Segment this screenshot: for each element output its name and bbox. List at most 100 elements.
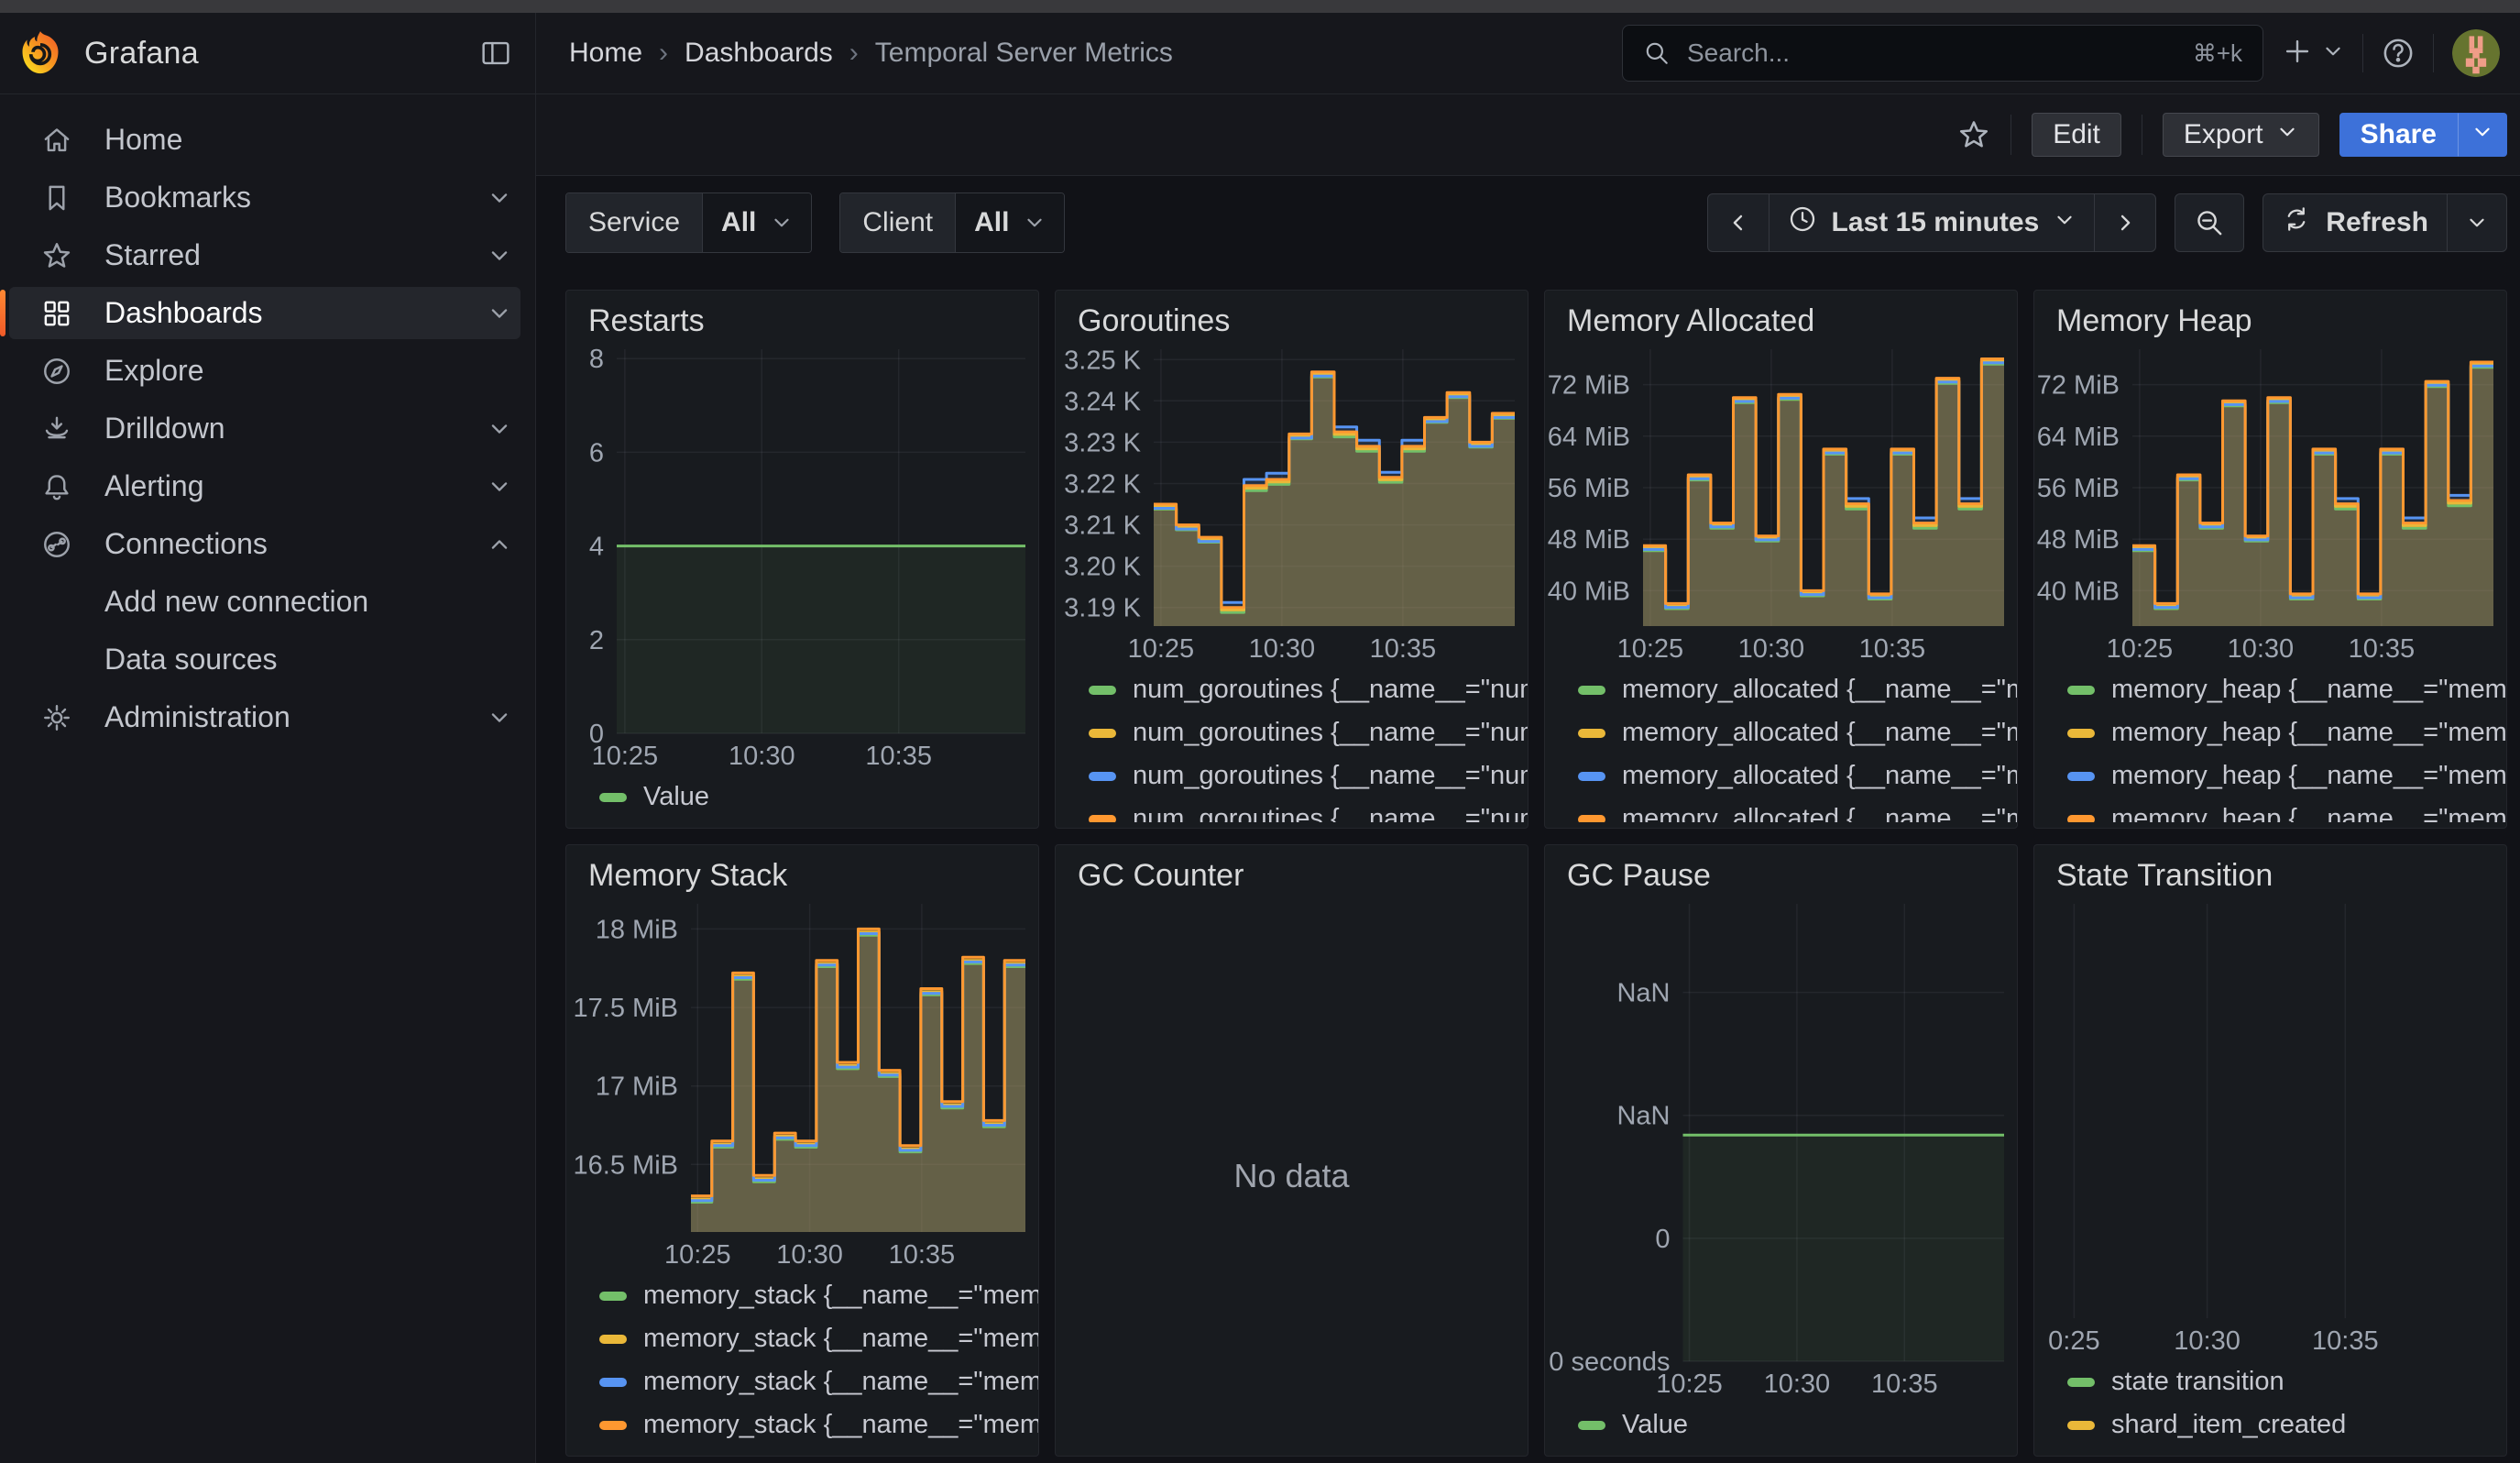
refresh-button[interactable]: Refresh	[2263, 193, 2448, 252]
time-range-group: Last 15 minutes	[1707, 193, 2157, 252]
sidebar-item-bookmarks[interactable]: Bookmarks	[0, 169, 535, 226]
legend-item[interactable]: memory_heap {__name__="memory_h	[2067, 711, 2506, 754]
panel-toggle-icon[interactable]	[480, 38, 511, 69]
filter-value-dropdown[interactable]: All	[955, 193, 1064, 252]
sidebar-item-dashboards[interactable]: Dashboards	[0, 284, 535, 342]
breadcrumb-separator: ›	[659, 38, 668, 69]
sidebar-item-administration[interactable]: Administration	[0, 688, 535, 746]
chart-canvas[interactable]: 0:2510:3010:35	[2034, 896, 2506, 1358]
share-button[interactable]: Share	[2339, 113, 2458, 157]
edit-button[interactable]: Edit	[2032, 113, 2121, 157]
filter-service: ServiceAll	[565, 192, 812, 253]
svg-text:10:35: 10:35	[1370, 634, 1437, 664]
sidebar-item-connections[interactable]: Connections	[0, 515, 535, 573]
chart-canvas[interactable]: 16.5 MiB17 MiB17.5 MiB18 MiB10:2510:3010…	[566, 896, 1038, 1272]
favorite-star-button[interactable]	[1957, 118, 1990, 151]
share-dropdown-button[interactable]	[2458, 113, 2507, 157]
legend-label: memory_stack {__name__="memory_s	[643, 1324, 1038, 1354]
sidebar-item-drilldown[interactable]: Drilldown	[0, 400, 535, 457]
legend-item[interactable]: memory_stack {__name__="memory_s	[599, 1274, 1038, 1317]
legend-item[interactable]: num_goroutines {__name__="num_go	[1089, 668, 1528, 711]
svg-text:17 MiB: 17 MiB	[596, 1072, 678, 1102]
legend-swatch	[1578, 1421, 1605, 1430]
breadcrumb-item-dashboards[interactable]: Dashboards	[685, 38, 833, 69]
zoom-out-button[interactable]	[2175, 193, 2244, 252]
avatar[interactable]	[2452, 29, 2500, 77]
panel-title[interactable]: Memory Allocated	[1545, 291, 2017, 342]
time-forward-button[interactable]	[2094, 193, 2156, 252]
search-box[interactable]: ⌘+k	[1622, 25, 2263, 82]
legend-swatch	[1089, 772, 1116, 781]
legend-item[interactable]: memory_stack {__name__="memory_s	[599, 1317, 1038, 1360]
window-chrome-strip	[0, 0, 2520, 13]
chevron-down-icon	[2276, 119, 2298, 150]
panel-title[interactable]: GC Counter	[1056, 845, 1528, 896]
help-button[interactable]	[2382, 37, 2415, 70]
legend-label: memory_heap {__name__="memory_h	[2111, 804, 2506, 822]
legend-item[interactable]: memory_stack {__name__="memory_s	[599, 1403, 1038, 1446]
legend-item[interactable]: memory_allocated {__name__="memc	[1578, 754, 2017, 798]
panel-title[interactable]: Restarts	[566, 291, 1038, 342]
refresh-interval-button[interactable]	[2447, 193, 2507, 252]
legend-item[interactable]: state transition	[2067, 1360, 2506, 1403]
export-button[interactable]: Export	[2163, 113, 2319, 157]
legend-item[interactable]: num_goroutines {__name__="num_go	[1089, 798, 1528, 822]
svg-text:18 MiB: 18 MiB	[596, 915, 678, 944]
svg-text:10:35: 10:35	[2312, 1326, 2379, 1356]
filter-value: All	[974, 207, 1009, 238]
legend-item[interactable]: num_goroutines {__name__="num_go	[1089, 711, 1528, 754]
search-input[interactable]	[1685, 38, 2178, 69]
svg-text:NaN: NaN	[1616, 1102, 1670, 1131]
panel-title[interactable]: Memory Heap	[2034, 291, 2506, 342]
legend-item[interactable]: num_goroutines {__name__="num_go	[1089, 754, 1528, 798]
chart-canvas[interactable]: 40 MiB48 MiB56 MiB64 MiB72 MiB10:2510:30…	[1545, 342, 2017, 666]
time-back-button[interactable]	[1707, 193, 1769, 252]
panel-title[interactable]: Goroutines	[1056, 291, 1528, 342]
chevron-down-icon	[488, 186, 511, 210]
filter-label: Client	[840, 193, 955, 252]
chevron-down-icon	[488, 417, 511, 441]
sidebar-item-explore[interactable]: Explore	[0, 342, 535, 400]
nav-main: Home›Dashboards›Temporal Server Metrics …	[536, 13, 2520, 94]
legend-item[interactable]: memory_heap {__name__="memory_h	[2067, 668, 2506, 711]
chart-canvas[interactable]: 0 seconds0NaNNaN10:2510:3010:35	[1545, 896, 2017, 1402]
brand-zone: Grafana	[0, 13, 536, 94]
legend-item[interactable]: memory_allocated {__name__="memc	[1578, 798, 2017, 822]
legend-item[interactable]: memory_heap {__name__="memory_h	[2067, 798, 2506, 822]
add-button[interactable]	[2282, 36, 2344, 72]
legend-label: memory_heap {__name__="memory_h	[2111, 675, 2506, 705]
svg-text:10:35: 10:35	[1871, 1370, 1938, 1399]
panel-title[interactable]: Memory Stack	[566, 845, 1038, 896]
legend-item[interactable]: memory_allocated {__name__="memc	[1578, 711, 2017, 754]
legend-item[interactable]: Value	[1578, 1403, 2017, 1446]
chart-canvas[interactable]: 40 MiB48 MiB56 MiB64 MiB72 MiB10:2510:30…	[2034, 342, 2506, 666]
panel-title[interactable]: State Transition	[2034, 845, 2506, 896]
svg-text:56 MiB: 56 MiB	[1548, 474, 1630, 503]
legend-item[interactable]: Value	[599, 776, 1038, 819]
sidebar-item-starred[interactable]: Starred	[0, 226, 535, 284]
chart-canvas[interactable]: 0246810:2510:3010:35	[566, 342, 1038, 774]
legend-item[interactable]: memory_heap {__name__="memory_h	[2067, 754, 2506, 798]
breadcrumb-item-home[interactable]: Home	[569, 38, 642, 69]
time-range-button[interactable]: Last 15 minutes	[1769, 193, 2096, 252]
legend-item[interactable]: memory_stack {__name__="memory_s	[599, 1360, 1038, 1403]
legend-swatch	[1089, 686, 1116, 695]
search-shortcut: ⌘+k	[2193, 39, 2242, 68]
legend-label: memory_heap {__name__="memory_h	[2111, 761, 2506, 791]
sidebar-item-home[interactable]: Home	[0, 111, 535, 169]
legend-item[interactable]: memory_allocated {__name__="memc	[1578, 668, 2017, 711]
legend-label: memory_stack {__name__="memory_s	[643, 1281, 1038, 1311]
bookmark-icon	[38, 182, 75, 214]
chart-canvas[interactable]: 3.19 K3.20 K3.21 K3.22 K3.23 K3.24 K3.25…	[1056, 342, 1528, 666]
sidebar-item-alerting[interactable]: Alerting	[0, 457, 535, 515]
panel-legend: Value	[1545, 1402, 2017, 1450]
legend-swatch	[1578, 729, 1605, 738]
sidebar-item-data-sources[interactable]: Data sources	[0, 631, 535, 688]
legend-item[interactable]: shard_item_created	[2067, 1403, 2506, 1446]
filter-value-dropdown[interactable]: All	[702, 193, 811, 252]
svg-text:17.5 MiB: 17.5 MiB	[574, 994, 678, 1023]
panel-title[interactable]: GC Pause	[1545, 845, 2017, 896]
sidebar-item-add-new-connection[interactable]: Add new connection	[0, 573, 535, 631]
chevron-down-icon	[488, 706, 511, 730]
legend-label: num_goroutines {__name__="num_go	[1133, 675, 1528, 705]
